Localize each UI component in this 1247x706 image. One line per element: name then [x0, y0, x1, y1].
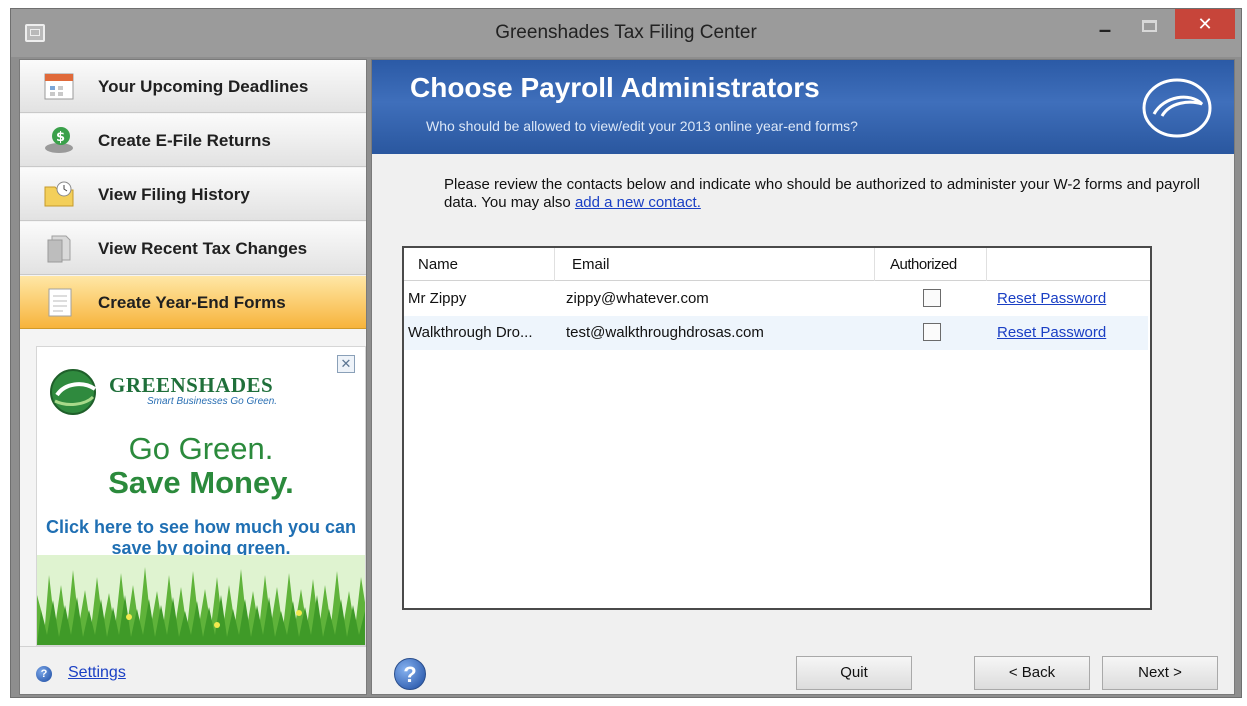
minimize-button[interactable]: – — [1085, 19, 1125, 49]
add-new-contact-link[interactable]: add a new contact. — [575, 194, 701, 211]
svg-text:$: $ — [56, 130, 65, 145]
back-button[interactable]: < Back — [974, 656, 1090, 690]
settings-help-icon[interactable]: ? — [36, 666, 52, 682]
authorized-checkbox[interactable] — [923, 289, 941, 307]
column-header-name[interactable]: Name — [418, 256, 458, 273]
next-button[interactable]: Next > — [1102, 656, 1218, 690]
authorized-checkbox[interactable] — [923, 323, 941, 341]
sidebar-item-label: View Recent Tax Changes — [98, 239, 308, 258]
sidebar-item-upcoming-deadlines[interactable]: Your Upcoming Deadlines — [20, 60, 366, 113]
app-window: Greenshades Tax Filing Center – ✕ Your U… — [10, 8, 1242, 698]
contact-email: test@walkthroughdrosas.com — [566, 324, 764, 341]
ad-headline: Go Green. — [128, 431, 274, 466]
form-icon — [48, 288, 72, 317]
efile-icon: $ — [45, 127, 73, 153]
window-title: Greenshades Tax Filing Center — [495, 22, 757, 43]
close-icon[interactable]: ✕ — [337, 355, 355, 373]
sidebar-item-create-year-end-forms[interactable]: Create Year-End Forms — [20, 276, 366, 329]
sidebar-item-view-recent-tax-changes[interactable]: View Recent Tax Changes — [20, 222, 366, 275]
table-header: Name Email Authorized — [404, 248, 1150, 281]
page-title: Choose Payroll Administrators — [410, 72, 820, 103]
table-row[interactable]: Walkthrough Dro... test@walkthroughdrosa… — [404, 316, 1148, 350]
sidebar-item-label: Your Upcoming Deadlines — [98, 77, 309, 96]
ad-tagline: Smart Businesses Go Green. — [147, 396, 278, 407]
column-divider — [874, 248, 875, 281]
contact-email: zippy@whatever.com — [566, 290, 709, 307]
sidebar-item-view-filing-history[interactable]: View Filing History — [20, 168, 366, 221]
column-divider — [986, 248, 987, 281]
ad-call-to-action[interactable]: Click here to see how much you can save … — [41, 517, 361, 559]
contact-name: Walkthrough Dro... — [408, 324, 533, 341]
quit-button[interactable]: Quit — [796, 656, 912, 690]
calendar-icon — [44, 73, 74, 100]
help-icon[interactable]: ? — [394, 658, 426, 690]
sidebar-item-label: Create E-File Returns — [98, 131, 271, 150]
sidebar: Your Upcoming Deadlines $ Create E-File … — [19, 59, 367, 695]
ad-headline-bold: Save Money. — [108, 465, 294, 500]
column-header-email[interactable]: Email — [572, 256, 610, 273]
greenshades-swirl-icon — [1142, 78, 1212, 138]
ad-brand: GREENSHADES — [109, 373, 274, 397]
document-icon — [47, 235, 71, 263]
greenshades-logo-icon — [50, 369, 97, 415]
go-green-ad[interactable]: ✕ GREENSHADES Smart Businesses Go Green.… — [36, 346, 366, 646]
header-banner: Choose Payroll Administrators Who should… — [372, 60, 1234, 154]
page-subtitle: Who should be allowed to view/edit your … — [426, 118, 858, 134]
instructions-body: Please review the contacts below and ind… — [444, 176, 1200, 211]
sidebar-footer: ? Settings — [20, 646, 366, 694]
sidebar-item-label: View Filing History — [98, 185, 250, 204]
settings-link[interactable]: Settings — [68, 664, 126, 682]
folder-icon — [44, 181, 74, 207]
main-content: Choose Payroll Administrators Who should… — [371, 59, 1235, 695]
grass-image — [37, 555, 365, 645]
maximize-button[interactable] — [1129, 19, 1169, 49]
table-row[interactable]: Mr Zippy zippy@whatever.com Reset Passwo… — [404, 282, 1150, 316]
administrators-table: Name Email Authorized Mr Zippy zippy@wha… — [402, 246, 1152, 610]
reset-password-link[interactable]: Reset Password — [997, 290, 1106, 307]
column-divider — [554, 248, 555, 281]
column-header-authorized[interactable]: Authorized — [890, 256, 957, 273]
sidebar-item-label: Create Year-End Forms — [98, 293, 286, 312]
title-bar: Greenshades Tax Filing Center – ✕ — [11, 9, 1241, 57]
contact-name: Mr Zippy — [408, 290, 467, 307]
sidebar-item-create-e-file-returns[interactable]: $ Create E-File Returns — [20, 114, 366, 167]
close-button[interactable]: ✕ — [1175, 9, 1235, 39]
instructions-text: Please review the contacts below and ind… — [444, 176, 1204, 212]
maximize-icon — [1141, 20, 1157, 32]
reset-password-link[interactable]: Reset Password — [997, 324, 1106, 341]
